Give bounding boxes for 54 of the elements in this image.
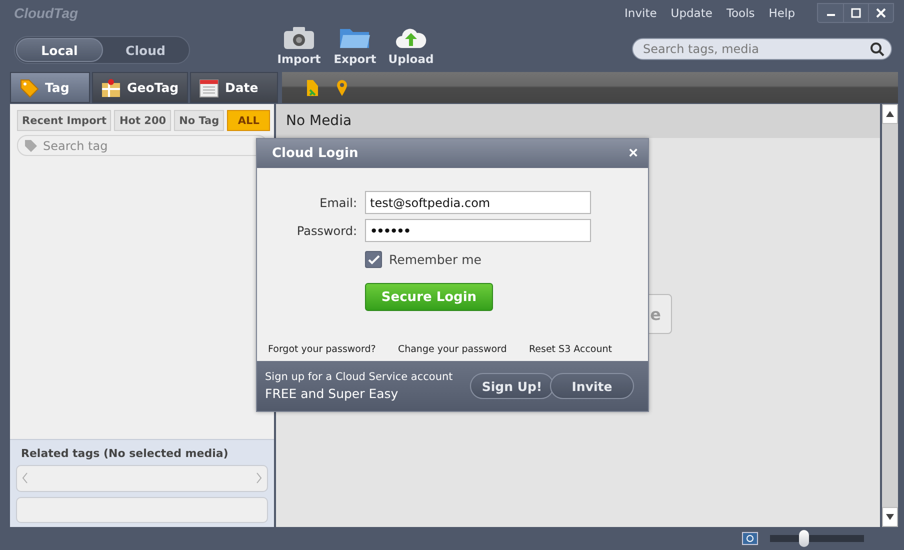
source-toggle[interactable]: Cloud (103, 38, 188, 62)
tag-icon (19, 78, 39, 98)
pill-button[interactable]: Invite (550, 373, 634, 399)
scrollbar[interactable] (882, 104, 898, 527)
slider-thumb[interactable] (798, 530, 809, 547)
filter-button[interactable]: ALL (227, 110, 270, 131)
content-title: No Media (286, 113, 352, 129)
field-label: Email: (318, 196, 357, 210)
menu-item[interactable]: Help (768, 6, 795, 20)
dialog-title: Cloud Login (272, 146, 358, 161)
app-logo: CloudTag (14, 5, 78, 21)
tag-search-input[interactable]: Search tag (43, 138, 261, 152)
close-button[interactable]: × (628, 146, 638, 162)
search-icon (870, 42, 885, 56)
filter-button[interactable]: Hot 200 (114, 110, 172, 131)
field-label: Password: (296, 224, 357, 238)
source-toggle[interactable]: Local (16, 38, 103, 62)
filter-button[interactable]: Recent Import (17, 110, 112, 131)
maximize-icon (851, 8, 861, 18)
tab[interactable]: Tag (10, 72, 90, 103)
tag-icon (24, 138, 38, 152)
add-tag-icon[interactable] (304, 78, 320, 96)
pill-button[interactable]: Sign Up! (470, 373, 554, 399)
signup-text: Sign up for a Cloud Service account (265, 371, 453, 383)
link[interactable]: Forgot your password? (268, 344, 376, 355)
tab[interactable]: GeoTag (92, 72, 188, 103)
close-icon (876, 8, 886, 18)
cloud-upload-icon (395, 26, 427, 50)
toolbar-button[interactable]: Import (276, 26, 322, 66)
email-field[interactable]: test@softpedia.com (365, 191, 591, 214)
toolbar-button[interactable]: Export (332, 26, 378, 66)
search-input[interactable]: Search tags, media (643, 42, 870, 56)
map-icon (101, 78, 121, 98)
filter-button[interactable]: No Tag (174, 110, 224, 131)
camera-icon (283, 26, 315, 50)
menu-item[interactable]: Invite (624, 6, 657, 20)
menu-item[interactable]: Tools (726, 6, 755, 20)
zoom-icon (742, 532, 760, 546)
checkbox-label: Remember me (389, 252, 482, 267)
location-pin-icon[interactable] (336, 78, 348, 96)
tab[interactable]: Date (190, 72, 278, 103)
search-field[interactable]: Search tags, media (632, 38, 892, 60)
remember-checkbox[interactable] (365, 251, 382, 268)
related-tags-title: Related tags (No selected media) (20, 447, 230, 460)
scroll-up-icon[interactable] (882, 104, 898, 124)
folder-icon (339, 26, 371, 50)
calendar-icon (199, 78, 219, 98)
menu-item[interactable]: Update (670, 6, 712, 20)
toolbar-button[interactable]: Upload (388, 26, 434, 66)
signup-subtext: FREE and Super Easy (265, 386, 400, 401)
scroll-down-icon[interactable] (882, 507, 898, 527)
password-field[interactable]: •••••• (365, 219, 591, 242)
link[interactable]: Reset S3 Account (528, 344, 612, 355)
link[interactable]: Change your password (398, 344, 507, 355)
